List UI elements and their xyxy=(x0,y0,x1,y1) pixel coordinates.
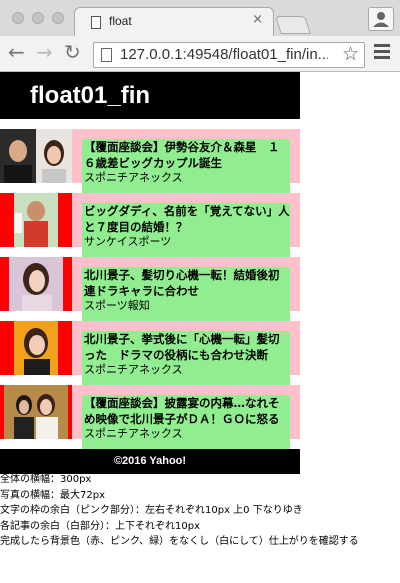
zoom-window-button[interactable] xyxy=(52,12,64,24)
bookmark-star-icon[interactable]: ☆ xyxy=(342,43,359,65)
profile-button[interactable] xyxy=(368,7,394,31)
news-article-5[interactable]: 【覆面座談会】披露宴の内幕…なれそめ映像で北川景子がＤＡ！ＧＯに怒る スポニチア… xyxy=(0,385,300,449)
news-article-2[interactable]: ビッグダディ、名前を「覚えてない」人と７度目の結婚！？ サンケイスポーツ xyxy=(0,193,300,257)
article-photo xyxy=(0,129,72,183)
page-header: float01_fin xyxy=(0,72,300,119)
note-line: 完成したら背景色（赤、ピンク、緑）をなくし（白にして）仕上がりを確認する xyxy=(0,536,359,547)
article-source: サンケイスポーツ xyxy=(84,235,172,248)
address-bar[interactable]: 127.0.0.1:49548/float01_fin/in... ☆ xyxy=(93,42,365,68)
menu-icon[interactable] xyxy=(374,44,390,62)
new-tab-button[interactable] xyxy=(275,16,311,34)
document-icon xyxy=(91,16,101,29)
note-line: 写真の横幅：最大72px xyxy=(0,489,105,501)
article-text: 北川景子、髪切り心機一転！結婚後初連ドラキャラに合わせ スポーツ報知 xyxy=(82,267,290,321)
article-text: 【覆面座談会】伊勢谷友介＆森星 １６歳差ビッグカップル誕生 スポニチアネックス xyxy=(82,139,290,193)
article-title[interactable]: 【覆面座談会】伊勢谷友介＆森星 １６歳差ビッグカップル誕生 xyxy=(84,139,290,171)
article-source: スポーツ報知 xyxy=(84,299,150,312)
news-article-4[interactable]: 北川景子、挙式後に「心機一転」髪切った ドラマの役柄にも合わせ決断 スポニチアネ… xyxy=(0,321,300,385)
article-photo xyxy=(0,321,72,375)
tab-close-icon[interactable]: × xyxy=(252,12,263,27)
article-source: スポニチアネックス xyxy=(84,171,183,184)
browser-chrome: float × ← → ↻ 127.0.0.1:49548/float01_fi… xyxy=(0,0,400,72)
article-title[interactable]: 【覆面座談会】披露宴の内幕…なれそめ映像で北川景子がＤＡ！ＧＯに怒る xyxy=(84,395,290,427)
article-title[interactable]: 北川景子、挙式後に「心機一転」髪切った ドラマの役柄にも合わせ決断 xyxy=(84,331,290,363)
article-title[interactable]: 北川景子、髪切り心機一転！結婚後初連ドラキャラに合わせ xyxy=(84,267,290,299)
article-text: 【覆面座談会】披露宴の内幕…なれそめ映像で北川景子がＤＡ！ＧＯに怒る スポニチア… xyxy=(82,395,290,449)
news-article-3[interactable]: 北川景子、髪切り心機一転！結婚後初連ドラキャラに合わせ スポーツ報知 xyxy=(0,257,300,321)
page-footer: ©2016 Yahoo! xyxy=(0,449,300,474)
back-arrow-icon[interactable]: ← xyxy=(8,40,25,64)
note-line: 各記事の余白（白部分）：上下それぞれ10px xyxy=(0,520,200,532)
page-title: float01_fin xyxy=(30,82,151,109)
forward-arrow-icon[interactable]: → xyxy=(36,40,53,64)
article-photo xyxy=(0,385,72,439)
person-icon xyxy=(373,12,389,27)
close-window-button[interactable] xyxy=(12,12,24,24)
page-icon xyxy=(101,48,112,62)
url-text[interactable]: 127.0.0.1:49548/float01_fin/in... xyxy=(120,46,328,63)
tab-title: float xyxy=(109,14,132,28)
article-text: 北川景子、挙式後に「心機一転」髪切った ドラマの役柄にも合わせ決断 スポニチアネ… xyxy=(82,331,290,385)
article-photo xyxy=(0,257,72,311)
tab-strip: float × xyxy=(0,0,400,36)
article-source: スポニチアネックス xyxy=(84,427,183,440)
page-container: float01_fin 【覆面座談会】伊勢谷友介＆森星 １６歳差ビッグカップル誕… xyxy=(0,72,300,474)
article-source: スポニチアネックス xyxy=(84,363,183,376)
news-article-1[interactable]: 【覆面座談会】伊勢谷友介＆森星 １６歳差ビッグカップル誕生 スポニチアネックス xyxy=(0,129,300,193)
article-photo xyxy=(0,193,72,247)
minimize-window-button[interactable] xyxy=(32,12,44,24)
note-line: 文字の枠の余白（ピンク部分）：左右それぞれ10px 上0 下なりゆき xyxy=(0,505,303,516)
reload-icon[interactable]: ↻ xyxy=(64,40,81,64)
notes: 全体の横幅：300px 写真の横幅：最大72px 文字の枠の余白（ピンク部分）：… xyxy=(0,472,400,550)
note-line: 全体の横幅：300px xyxy=(0,474,92,485)
article-text: ビッグダディ、名前を「覚えてない」人と７度目の結婚！？ サンケイスポーツ xyxy=(82,203,290,257)
article-title[interactable]: ビッグダディ、名前を「覚えてない」人と７度目の結婚！？ xyxy=(84,203,290,235)
browser-tab[interactable]: float × xyxy=(74,7,274,36)
